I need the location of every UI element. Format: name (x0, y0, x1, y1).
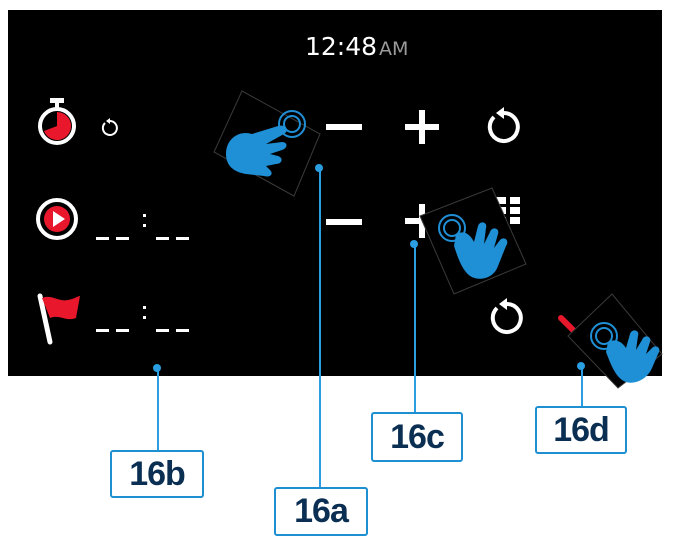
callout-16c-line (414, 244, 416, 412)
hand-pointer-icon (213, 90, 321, 197)
play-icon (36, 198, 78, 240)
callout-16b: 16b (110, 450, 204, 498)
finish-time-value (96, 298, 192, 332)
callout-16d-line (581, 366, 583, 406)
timer-icon (38, 98, 76, 145)
hand-pointer-icon-2 (419, 187, 527, 295)
clock-ampm: AM (379, 38, 409, 60)
touch-screen: 12:48 AM (8, 10, 662, 376)
start-time-value (96, 206, 192, 240)
clock: 12:48 AM (305, 32, 408, 61)
callout-16d: 16d (535, 406, 627, 454)
flag-icon (37, 293, 80, 345)
reset-icon[interactable] (483, 107, 523, 147)
reset-icon-2[interactable] (486, 298, 526, 338)
callout-16a: 16a (274, 487, 368, 536)
minus-icon-2[interactable] (324, 214, 364, 230)
callout-16b-line (157, 368, 159, 454)
clock-time: 12:48 (305, 32, 378, 61)
minus-icon[interactable] (324, 119, 364, 135)
timer-reset-icon[interactable] (100, 118, 120, 138)
callout-16c: 16c (371, 412, 463, 462)
plus-icon[interactable] (403, 108, 441, 146)
callout-16a-line (319, 168, 321, 488)
